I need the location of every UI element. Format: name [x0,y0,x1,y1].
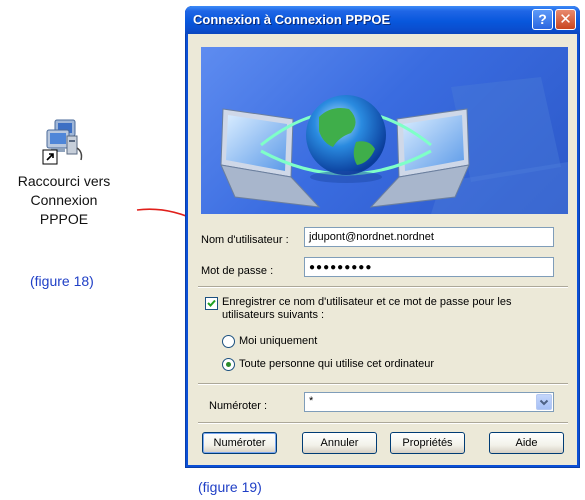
cancel-button[interactable]: Annuler [302,432,377,454]
figure-19-caption: (figure 19) [198,479,262,495]
checkmark-icon [207,299,216,307]
username-input[interactable]: jdupont@nordnet.nordnet [304,227,554,247]
radio-me-only[interactable] [222,335,235,348]
help-button[interactable]: Aide [489,432,564,454]
shortcut-label-line: Connexion [30,192,98,208]
save-credentials-label: Enregistrer ce nom d'utilisateur et ce m… [222,296,512,321]
save-credentials-checkbox[interactable] [205,297,218,310]
figure-18-caption: (figure 18) [30,273,94,289]
separator [198,422,568,424]
radio-anyone-label: Toute personne qui utilise cet ordinateu… [239,358,435,370]
chevron-down-icon [539,399,549,406]
shortcut-label-line: Raccourci vers [17,173,111,189]
shortcut-label-line: PPPOE [39,211,89,227]
connection-dialog: Connexion à Connexion PPPOE ? ✕ Nom d'ut… [185,6,580,468]
dialog-title: Connexion à Connexion PPPOE [193,12,391,27]
dropdown-button[interactable] [536,394,552,410]
separator [198,383,568,385]
radio-anyone[interactable] [222,358,235,371]
help-icon[interactable]: ? [532,9,553,30]
shortcut-label: Raccourci vers Connexion PPPOE [6,172,122,229]
password-input[interactable]: ●●●●●●●●● [304,257,554,277]
connection-banner-image [201,47,568,214]
dial-label: Numéroter : [209,400,268,412]
radio-selected-dot [226,362,231,367]
password-label: Mot de passe : [201,265,274,277]
desktop-shortcut[interactable]: Raccourci vers Connexion PPPOE [6,118,122,229]
dial-number-select[interactable]: * [304,392,554,412]
username-label: Nom d'utilisateur : [201,234,289,246]
close-icon[interactable]: ✕ [555,9,576,30]
properties-button[interactable]: Propriétés [390,432,465,454]
dialog-body: Nom d'utilisateur : jdupont@nordnet.nord… [188,34,577,465]
dial-button[interactable]: Numéroter [202,432,277,454]
radio-me-only-label: Moi uniquement [239,335,318,347]
network-connection-icon [41,118,87,166]
title-bar[interactable]: Connexion à Connexion PPPOE ? ✕ [185,6,580,34]
dial-number-value: * [309,395,314,407]
separator [198,286,568,288]
